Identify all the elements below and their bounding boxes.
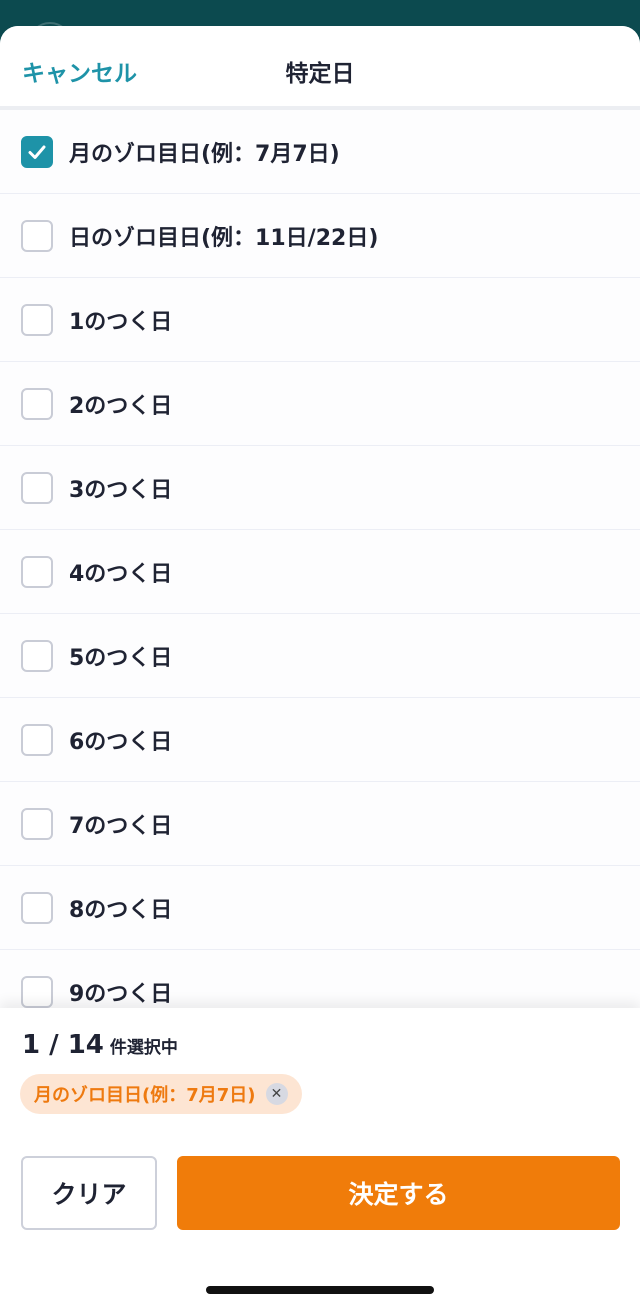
selection-count: 1 / 14 件選択中	[22, 1030, 178, 1060]
list-item[interactable]: 5のつく日	[0, 614, 640, 698]
list-item[interactable]: 6のつく日	[0, 698, 640, 782]
close-icon[interactable]: ✕	[265, 1083, 288, 1105]
list-item-label: 日のゾロ目日(例：11日/22日)	[69, 225, 379, 251]
checkbox[interactable]	[21, 807, 53, 840]
list-item[interactable]: 7のつく日	[0, 782, 640, 866]
checkbox[interactable]	[21, 555, 53, 588]
list-item[interactable]: 2のつく日	[0, 362, 640, 446]
check-icon	[28, 145, 46, 159]
list-item-label: 3のつく日	[69, 477, 173, 503]
checkbox[interactable]	[21, 471, 53, 504]
clear-button[interactable]: クリア	[21, 1156, 157, 1230]
list-item[interactable]: 日のゾロ目日(例：11日/22日)	[0, 194, 640, 278]
list-item-label: 9のつく日	[69, 981, 173, 1007]
checkbox-checked[interactable]	[21, 135, 53, 168]
list-item-label: 2のつく日	[69, 393, 173, 419]
selected-chip[interactable]: 月のゾロ目日(例：7月7日) ✕	[20, 1074, 302, 1114]
list-item-label: 月のゾロ目日(例：7月7日)	[69, 141, 340, 167]
list-item[interactable]: 4のつく日	[0, 530, 640, 614]
list-item-label: 5のつく日	[69, 645, 173, 671]
page-title: 特定日	[285, 61, 355, 87]
selection-count-number: 1 / 14	[22, 1030, 104, 1060]
list-item[interactable]: 1のつく日	[0, 278, 640, 362]
checkbox[interactable]	[21, 975, 53, 1008]
bottom-sheet: キャンセル 特定日 月のゾロ目日(例：7月7日) 日のゾロ目日(例：11日/22日…	[0, 26, 640, 1309]
selection-footer: 1 / 14 件選択中 月のゾロ目日(例：7月7日) ✕ クリア 決定する	[0, 1008, 640, 1309]
option-list: 月のゾロ目日(例：7月7日) 日のゾロ目日(例：11日/22日) 1のつく日 2のつく…	[0, 110, 640, 1010]
list-item[interactable]: 9のつく日	[0, 950, 640, 1010]
checkbox[interactable]	[21, 891, 53, 924]
list-item[interactable]: 月のゾロ目日(例：7月7日)	[0, 110, 640, 194]
list-item-label: 8のつく日	[69, 897, 173, 923]
checkbox[interactable]	[21, 219, 53, 252]
checkbox[interactable]	[21, 723, 53, 756]
checkbox[interactable]	[21, 639, 53, 672]
list-item-label: 4のつく日	[69, 561, 173, 587]
home-indicator	[206, 1286, 434, 1294]
list-item[interactable]: 3のつく日	[0, 446, 640, 530]
checkbox[interactable]	[21, 387, 53, 420]
selection-count-suffix: 件選択中	[109, 1038, 178, 1058]
list-item-label: 7のつく日	[69, 813, 173, 839]
checkbox[interactable]	[21, 303, 53, 336]
submit-button[interactable]: 決定する	[177, 1156, 620, 1230]
list-item-label: 1のつく日	[69, 309, 173, 335]
list-item[interactable]: 8のつく日	[0, 866, 640, 950]
selected-chip-label: 月のゾロ目日(例：7月7日)	[34, 1085, 256, 1106]
list-item-label: 6のつく日	[69, 729, 173, 755]
sheet-header: キャンセル 特定日	[0, 26, 640, 110]
